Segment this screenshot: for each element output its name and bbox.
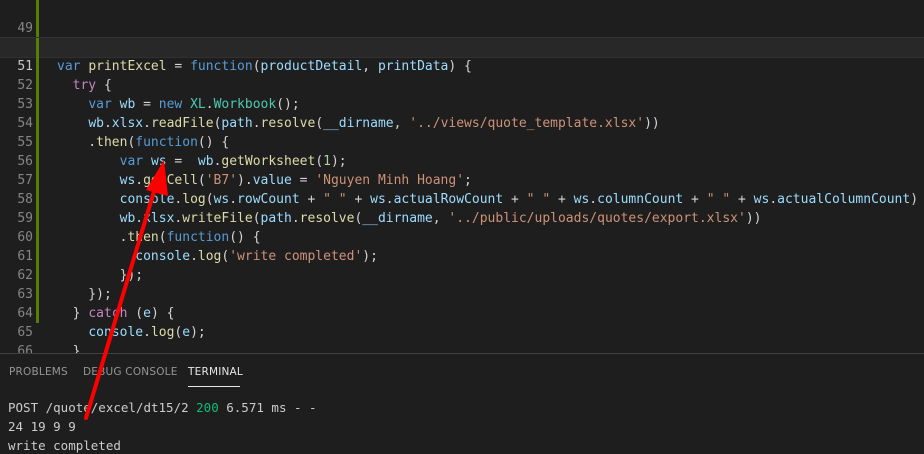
code-line[interactable]: 64 } <box>0 285 924 353</box>
modified-indicator <box>36 304 39 323</box>
code-line[interactable]: 52 wb.xlsx.readFile(path.resolve(__dirna… <box>0 57 924 131</box>
modified-indicator <box>36 209 39 228</box>
bottom-panel: PROBLEMS DEBUG CONSOLE TERMINAL POST /qu… <box>0 353 924 454</box>
code-line[interactable]: 50 try { <box>0 19 924 93</box>
modified-indicator <box>36 228 39 247</box>
modified-indicator <box>36 0 39 19</box>
modified-indicator <box>36 57 39 76</box>
code-line[interactable]: 63 console.log(e); <box>0 266 924 340</box>
modified-indicator <box>36 247 39 266</box>
code-line[interactable]: 66 <box>0 323 924 353</box>
active-tab-indicator <box>188 386 240 387</box>
modified-indicator <box>36 133 39 152</box>
code-line-active[interactable]: 51 var wb = new XL.Workbook(); <box>0 37 924 112</box>
code-line[interactable]: 58 .then(function() { <box>0 171 924 245</box>
code-line[interactable]: 57 wb.xlsx.writeFile(path.resolve(__dirn… <box>0 152 924 226</box>
code-line[interactable]: 56 console.log(ws.rowCount + " " + ws.ac… <box>0 133 924 207</box>
code-line[interactable]: 65 } <box>0 304 924 340</box>
tab-debug-console[interactable]: DEBUG CONSOLE <box>83 366 178 378</box>
terminal-line: write completed <box>8 438 121 453</box>
code-line[interactable]: 59 console.log('write completed'); <box>0 190 924 264</box>
terminal-line: POST /quote/excel/dt15/2 200 6.571 ms - … <box>8 398 918 417</box>
terminal-timing: 6.571 ms - - <box>218 400 317 415</box>
code-line[interactable]: 49 var printExcel = function(productDeta… <box>0 0 924 74</box>
modified-indicator <box>36 171 39 190</box>
modified-indicator <box>36 114 39 133</box>
terminal-output[interactable]: POST /quote/excel/dt15/2 200 6.571 ms - … <box>8 398 918 454</box>
modified-indicator <box>36 95 39 114</box>
tab-problems[interactable]: PROBLEMS <box>9 366 68 378</box>
modified-indicator <box>36 38 39 57</box>
code-line-partial[interactable]: 67 router.get('/', function(req, res, ne… <box>0 344 924 353</box>
code-line[interactable]: 53 .then(function() { <box>0 76 924 150</box>
modified-indicator <box>36 266 39 285</box>
code-line[interactable]: 55 ws.getCell('B7').value = 'Nguyen Minh… <box>0 114 924 188</box>
code-editor[interactable]: 49 var printExcel = function(productDeta… <box>0 0 924 353</box>
code-line[interactable]: 62 } catch (e) { <box>0 247 924 321</box>
modified-indicator <box>36 152 39 171</box>
code-line[interactable]: 60 }); <box>0 209 924 283</box>
terminal-request: POST /quote/excel/dt15/2 <box>8 400 197 415</box>
panel-tabs: PROBLEMS DEBUG CONSOLE TERMINAL <box>0 354 924 390</box>
code-line[interactable]: 54 var ws = wb.getWorksheet(1); <box>0 95 924 169</box>
modified-indicator <box>36 19 39 38</box>
modified-indicator <box>36 76 39 95</box>
modified-indicator <box>36 285 39 304</box>
modified-indicator <box>36 190 39 209</box>
status-code: 200 <box>196 400 219 415</box>
tab-terminal[interactable]: TERMINAL <box>188 366 243 378</box>
terminal-line: 24 19 9 9 <box>8 419 76 434</box>
code-line[interactable]: 61 }); <box>0 228 924 302</box>
